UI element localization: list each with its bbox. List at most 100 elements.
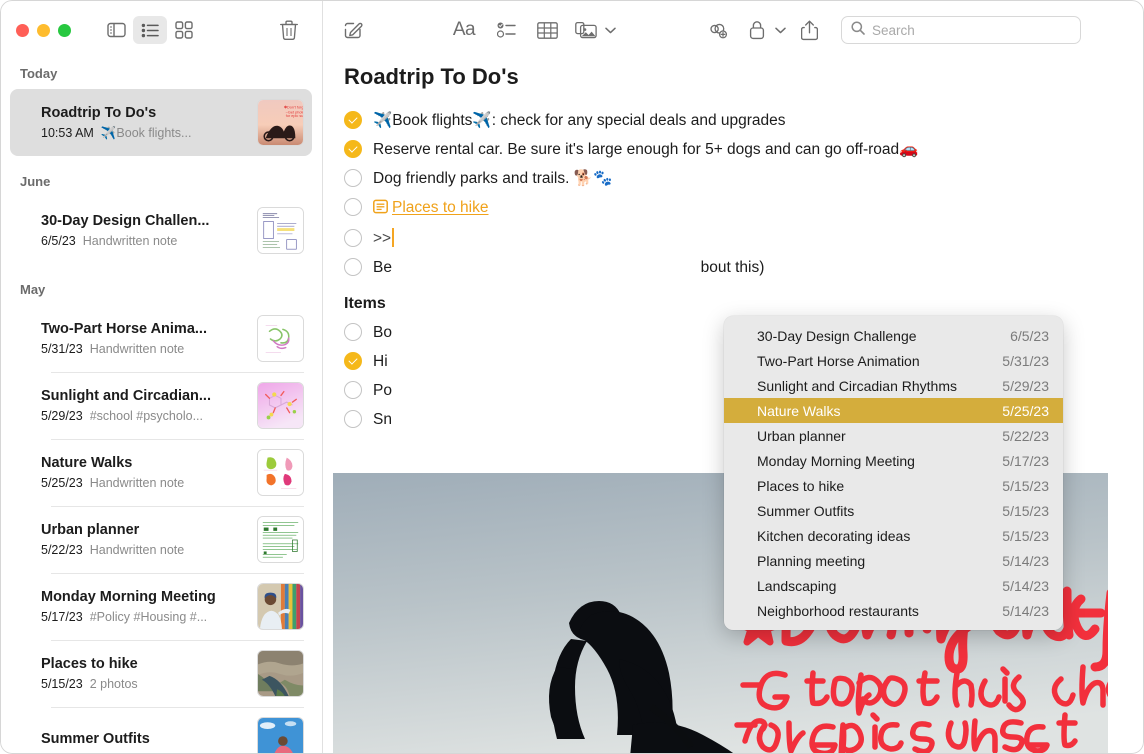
checklist-item-label: Dog friendly parks and trails. 🐕🐾 <box>373 164 612 193</box>
checklist-item-occluded[interactable]: Be bout this) <box>344 253 1144 282</box>
note-date: 5/29/23 <box>41 408 83 425</box>
dropdown-item-title: Planning meeting <box>757 553 865 569</box>
share-icon[interactable] <box>789 15 829 45</box>
dropdown-item[interactable]: Urban planner 5/22/23 <box>724 423 1063 448</box>
checkbox-unchecked[interactable] <box>344 258 362 276</box>
checkbox-checked[interactable] <box>344 111 362 129</box>
search-field[interactable] <box>841 16 1081 44</box>
note-list-item-roadtrip[interactable]: Roadtrip To Do's 10:53 AM ✈️Book flights… <box>10 89 312 156</box>
note-list-item-sunlight-circadian[interactable]: Sunlight and Circadian... 5/29/23 #schoo… <box>10 372 312 439</box>
compose-note-icon[interactable] <box>333 15 373 45</box>
editor-toolbar: Aa <box>323 0 1144 60</box>
list-view-icon[interactable] <box>133 16 167 44</box>
group-header-june: June <box>0 156 322 197</box>
search-input[interactable] <box>872 23 1071 38</box>
note-list-item-places-to-hike[interactable]: Places to hike 5/15/23 2 photos <box>10 640 312 707</box>
dropdown-item[interactable]: Summer Outfits 5/15/23 <box>724 498 1063 523</box>
checkbox-unchecked[interactable] <box>344 229 362 247</box>
checkbox-checked[interactable] <box>344 352 362 370</box>
note-title: Two-Part Horse Anima... <box>41 320 247 339</box>
trash-icon[interactable] <box>272 16 306 44</box>
note-title: Nature Walks <box>41 454 247 473</box>
note-thumbnail <box>257 650 304 697</box>
checklist-item[interactable]: Reserve rental car. Be sure it's large e… <box>344 135 1144 164</box>
note-subtitle: 5/25/23 Handwritten note <box>41 475 247 492</box>
checklist-item-active-typing[interactable]: >> <box>344 224 1144 253</box>
checkbox-checked[interactable] <box>344 140 362 158</box>
note-list-item-urban-planner[interactable]: Urban planner 5/22/23 Handwritten note <box>10 506 312 573</box>
group-header-today: Today <box>0 60 322 89</box>
checkbox-unchecked[interactable] <box>344 198 362 216</box>
note-snippet: Handwritten note <box>90 542 185 559</box>
note-snippet: Handwritten note <box>90 341 185 358</box>
dropdown-item[interactable]: Neighborhood restaurants 5/14/23 <box>724 598 1063 623</box>
search-icon <box>851 21 865 40</box>
checkbox-unchecked[interactable] <box>344 410 362 428</box>
checklist-item-label: ✈️Book flights✈️: check for any special … <box>373 106 786 135</box>
dropdown-item-title: Sunlight and Circadian Rhythms <box>757 378 957 394</box>
note-list-item-nature-walks[interactable]: Nature Walks 5/25/23 Handwritten note <box>10 439 312 506</box>
zoom-button[interactable] <box>58 24 71 37</box>
checklist-item-label: Po <box>373 376 392 405</box>
note-date: 6/5/23 <box>41 233 76 250</box>
dropdown-item[interactable]: Places to hike 5/15/23 <box>724 473 1063 498</box>
note-thumbnail <box>257 207 304 254</box>
dropdown-item-title: Kitchen decorating ideas <box>757 528 910 544</box>
chevron-down-icon[interactable] <box>601 27 619 34</box>
dropdown-item-date: 5/17/23 <box>1002 453 1049 469</box>
note-title-heading: Roadtrip To Do's <box>323 60 1144 92</box>
note-subtitle: 6/5/23 Handwritten note <box>41 233 247 250</box>
dropdown-item-date: 5/15/23 <box>1002 528 1049 544</box>
note-list-item-summer-outfits[interactable]: Summer Outfits <box>10 707 312 754</box>
lock-button-group[interactable] <box>737 15 789 45</box>
checkbox-unchecked[interactable] <box>344 381 362 399</box>
media-button-group[interactable] <box>567 15 619 45</box>
sidebar-toggle-icon[interactable] <box>99 16 133 44</box>
minimize-button[interactable] <box>37 24 50 37</box>
dropdown-item-date: 5/25/23 <box>1002 403 1049 419</box>
note-list-item-horse-animation[interactable]: Two-Part Horse Anima... 5/31/23 Handwrit… <box>10 305 312 372</box>
note-content[interactable]: Roadtrip To Do's ✈️Book flights✈️: check… <box>323 60 1144 754</box>
dropdown-item-date: 5/14/23 <box>1002 553 1049 569</box>
checklist-icon[interactable] <box>487 15 527 45</box>
checklist-item-label: Sn <box>373 405 392 434</box>
checkbox-unchecked[interactable] <box>344 169 362 187</box>
dropdown-item[interactable]: Two-Part Horse Animation 5/31/23 <box>724 348 1063 373</box>
dropdown-item[interactable]: Planning meeting 5/14/23 <box>724 548 1063 573</box>
dropdown-item-title: Landscaping <box>757 578 836 594</box>
dropdown-item-title: Neighborhood restaurants <box>757 603 919 619</box>
note-list-item-design-challenge[interactable]: 30-Day Design Challen... 6/5/23 Handwrit… <box>10 197 312 264</box>
dropdown-item[interactable]: 30-Day Design Challenge 6/5/23 <box>724 323 1063 348</box>
note-thumbnail <box>257 717 304 754</box>
dropdown-item[interactable]: Monday Morning Meeting 5/17/23 <box>724 448 1063 473</box>
gallery-view-icon[interactable] <box>167 16 201 44</box>
note-subtitle: 10:53 AM ✈️Book flights... <box>41 125 247 142</box>
add-collaborator-icon[interactable] <box>697 15 737 45</box>
dropdown-item-title: Monday Morning Meeting <box>757 453 915 469</box>
close-button[interactable] <box>16 24 29 37</box>
dropdown-item[interactable]: Sunlight and Circadian Rhythms 5/29/23 <box>724 373 1063 398</box>
checklist-item-note-link[interactable]: Places to hike <box>344 193 1144 224</box>
notes-list[interactable]: Today Roadtrip To Do's 10:53 AM ✈️Book f… <box>0 60 322 754</box>
chevron-down-icon[interactable] <box>771 27 789 34</box>
dropdown-item-date: 5/22/23 <box>1002 428 1049 444</box>
format-text-button[interactable]: Aa <box>441 15 487 45</box>
group-header-may: May <box>0 264 322 305</box>
checkbox-unchecked[interactable] <box>344 323 362 341</box>
dropdown-item-selected[interactable]: Nature Walks 5/25/23 <box>724 398 1063 423</box>
sidebar-toolbar <box>0 0 322 60</box>
note-snippet: Handwritten note <box>83 233 178 250</box>
note-list-item-monday-meeting[interactable]: Monday Morning Meeting 5/17/23 #Policy #… <box>10 573 312 640</box>
note-link-suggestion-dropdown[interactable]: 30-Day Design Challenge 6/5/23 Two-Part … <box>724 316 1063 630</box>
dropdown-item-title: Two-Part Horse Animation <box>757 353 920 369</box>
svg-text:✱Don't forg: ✱Don't forg <box>284 106 303 110</box>
checklist-item[interactable]: Dog friendly parks and trails. 🐕🐾 <box>344 164 1144 193</box>
note-subtitle: 5/15/23 2 photos <box>41 676 247 693</box>
note-checklist[interactable]: ✈️Book flights✈️: check for any special … <box>323 92 1144 282</box>
note-link-label[interactable]: Places to hike <box>392 199 489 216</box>
checklist-item[interactable]: ✈️Book flights✈️: check for any special … <box>344 106 1144 135</box>
dropdown-item[interactable]: Kitchen decorating ideas 5/15/23 <box>724 523 1063 548</box>
dropdown-item-title: 30-Day Design Challenge <box>757 328 917 344</box>
dropdown-item[interactable]: Landscaping 5/14/23 <box>724 573 1063 598</box>
table-icon[interactable] <box>527 15 567 45</box>
